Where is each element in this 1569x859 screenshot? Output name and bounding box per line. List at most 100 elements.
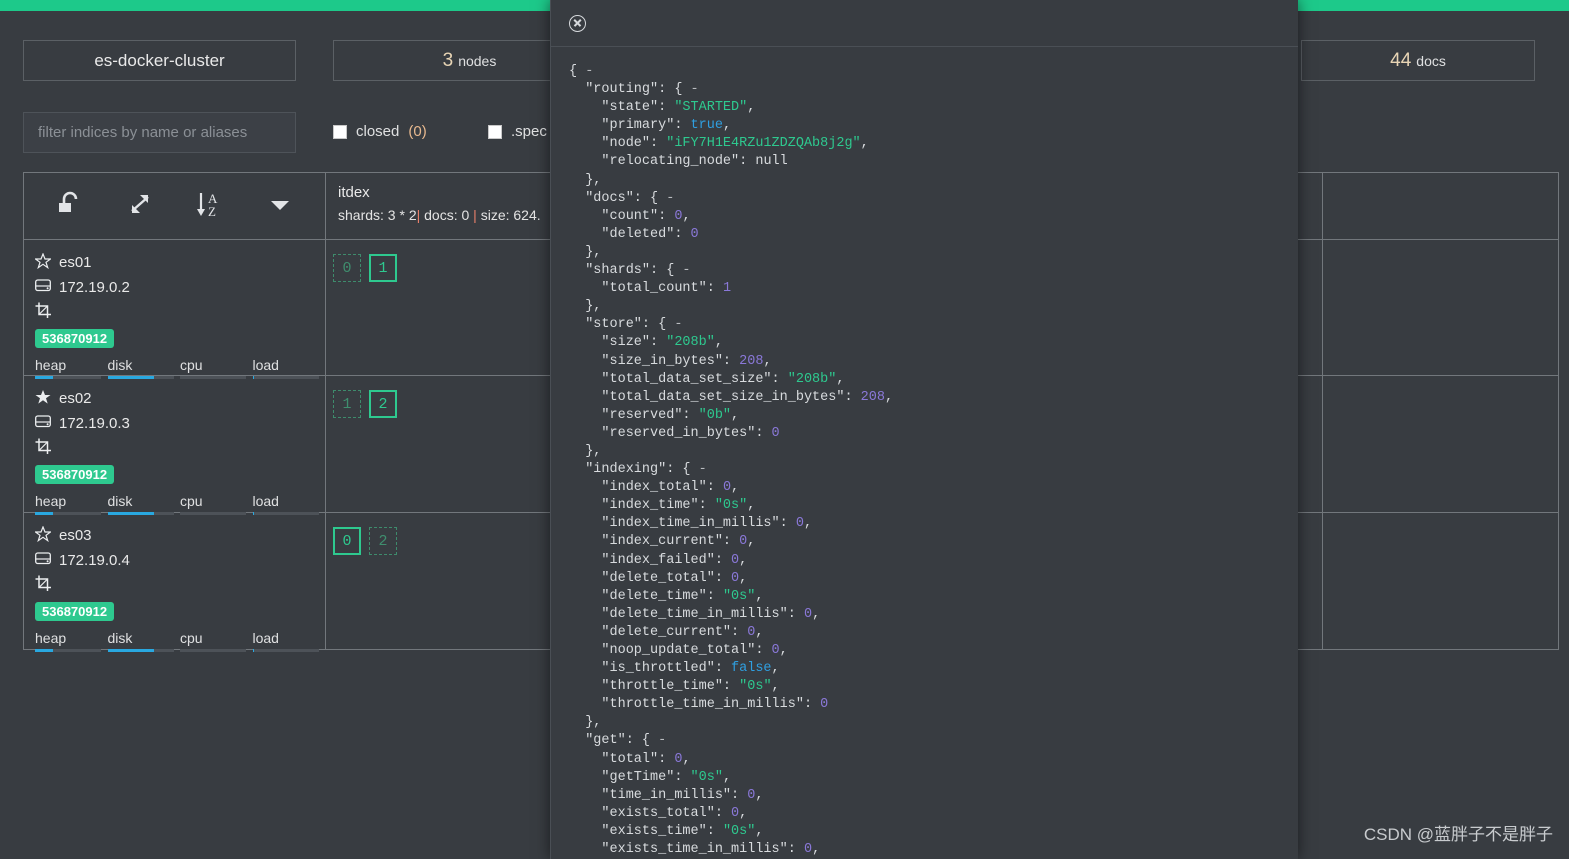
json-token-str: "iFY7H1E4RZu1ZDZQAb8j2g" <box>666 136 861 152</box>
json-token-bool: true <box>690 118 723 134</box>
node-cell-es02[interactable]: es02 172.19.0.3 536870912 heap disk cpu load <box>23 376 326 515</box>
json-token-key: "total": <box>569 751 675 767</box>
node-cell-es03[interactable]: es03 172.19.0.4 536870912 heap disk cpu load <box>23 513 326 652</box>
crop-icon <box>35 438 52 459</box>
hdd-icon <box>35 415 51 432</box>
index-filter-input[interactable] <box>23 112 296 153</box>
json-token-key: "total_count": <box>569 281 723 297</box>
json-token-fold[interactable]: - <box>682 263 690 278</box>
metric-fill <box>35 649 54 652</box>
sort-az-icon[interactable]: A Z <box>193 190 227 223</box>
shard-badge-replica[interactable]: 0 <box>333 254 361 282</box>
json-line: "reserved_in_bytes": 0 <box>569 425 1298 443</box>
node-name: es03 <box>59 527 92 544</box>
json-token-punct: , <box>739 552 748 568</box>
json-token-key: "primary": <box>569 118 691 134</box>
json-token-key: "size": <box>569 335 667 351</box>
json-line: "delete_current": 0, <box>569 624 1298 642</box>
json-token-punct: }, <box>569 715 602 731</box>
shard-badge-primary[interactable]: 0 <box>333 527 361 555</box>
node-role-line <box>35 436 325 461</box>
node-memory-badge: 536870912 <box>35 465 115 484</box>
json-line: "size": "208b", <box>569 334 1298 352</box>
json-line: "total_count": 1 <box>569 280 1298 298</box>
checkbox-icon[interactable] <box>488 124 502 139</box>
cluster-name-box[interactable]: es-docker-cluster <box>23 40 296 81</box>
special-label: .spec <box>511 123 547 140</box>
json-token-key: "shards": { <box>569 263 683 279</box>
metric-fill <box>252 649 255 652</box>
json-token-str: "208b" <box>666 335 715 351</box>
json-token-punct: , <box>836 371 845 387</box>
json-line: "deleted": 0 <box>569 226 1298 244</box>
json-token-key: "indexing": { <box>569 462 699 478</box>
index-docs-text: docs: 0 <box>420 207 474 223</box>
closed-indices-checkbox[interactable]: closed (0) <box>333 123 427 140</box>
elasticsearch-head-app: es-docker-cluster 3 nodes 44 docs closed… <box>0 0 1569 859</box>
unlock-icon[interactable] <box>56 191 86 222</box>
json-token-fold[interactable]: - <box>699 462 707 477</box>
node-cell-es01[interactable]: es01 172.19.0.2 536870912 heap disk cpu load <box>23 240 326 379</box>
json-token-punct: , <box>803 516 813 532</box>
json-token-bool: false <box>731 661 772 677</box>
json-token-num: 0 <box>820 697 829 713</box>
special-indices-checkbox[interactable]: .spec <box>488 123 547 140</box>
json-line: "store": { - <box>569 316 1298 334</box>
json-token-key: "getTime": <box>569 769 691 785</box>
shard-badge-primary[interactable]: 1 <box>369 254 397 282</box>
index-size-text: size: 624. <box>476 207 541 223</box>
json-token-punct: }, <box>569 299 602 315</box>
json-token-punct: , <box>755 787 764 803</box>
modal-header <box>551 0 1298 47</box>
shard-badge-primary[interactable]: 2 <box>369 390 397 418</box>
json-token-num: 0 <box>731 552 740 568</box>
metric-load: load <box>252 630 326 652</box>
watermark-text: CSDN @蓝胖子不是胖子 <box>1363 825 1553 844</box>
close-circle-icon[interactable] <box>569 14 586 32</box>
json-token-key: "delete_current": <box>569 624 748 640</box>
expand-icon[interactable] <box>126 191 154 222</box>
checkbox-icon[interactable] <box>333 124 347 139</box>
json-token-null: null <box>755 154 788 170</box>
node-count-value: 3 <box>442 49 454 71</box>
node-role-line <box>35 573 325 598</box>
json-token-key: "relocating_node": <box>569 154 756 170</box>
index-toolbar: A Z <box>23 172 326 240</box>
hdd-icon <box>35 552 51 569</box>
json-line: "state": "STARTED", <box>569 99 1298 117</box>
json-token-fold[interactable]: - <box>666 191 674 206</box>
json-token-fold[interactable]: - <box>585 64 593 79</box>
json-token-fold[interactable]: - <box>691 82 699 97</box>
metric-label: cpu <box>180 493 203 509</box>
json-token-num: 0 <box>771 643 780 658</box>
metric-cpu: cpu <box>180 630 253 652</box>
chevron-down-icon[interactable] <box>267 194 293 219</box>
json-line: "docs": { - <box>569 190 1298 208</box>
json-token-key: "index_total": <box>569 480 723 496</box>
json-token-punct: , <box>812 842 821 858</box>
json-token-key: "count": <box>569 208 675 224</box>
json-token-key: "node": <box>569 136 667 152</box>
json-line: "total_data_set_size": "208b", <box>569 371 1298 389</box>
json-token-fold[interactable]: - <box>674 317 682 332</box>
json-line: "noop_update_total": 0, <box>569 642 1298 660</box>
node-ip: 172.19.0.3 <box>59 415 130 432</box>
json-token-key: "delete_time_in_millis": <box>569 606 804 622</box>
doc-count-box[interactable]: 44 docs <box>1301 40 1535 81</box>
shard-json-viewer[interactable]: { - "routing": { - "state": "STARTED", "… <box>551 47 1298 859</box>
shard-badge-replica[interactable]: 2 <box>369 527 397 555</box>
json-line: "index_current": 0, <box>569 533 1298 551</box>
json-token-key: "routing": { <box>569 82 691 98</box>
json-line: "node": "iFY7H1E4RZu1ZDZQAb8j2g", <box>569 135 1298 153</box>
json-line: "exists_time": "0s", <box>569 823 1298 841</box>
json-token-num: 208 <box>860 389 885 405</box>
node-memory-badge: 536870912 <box>35 602 115 621</box>
metric-load: load <box>252 493 326 515</box>
json-token-key: "throttle_time_in_millis": <box>569 697 821 713</box>
shard-badge-replica[interactable]: 1 <box>333 390 361 418</box>
json-token-punct: }, <box>569 244 602 260</box>
json-token-fold[interactable]: - <box>658 733 666 748</box>
node-ip-line: 172.19.0.2 <box>35 275 325 300</box>
json-line: "throttle_time_in_millis": 0 <box>569 696 1298 714</box>
json-line: "get": { - <box>569 732 1298 750</box>
